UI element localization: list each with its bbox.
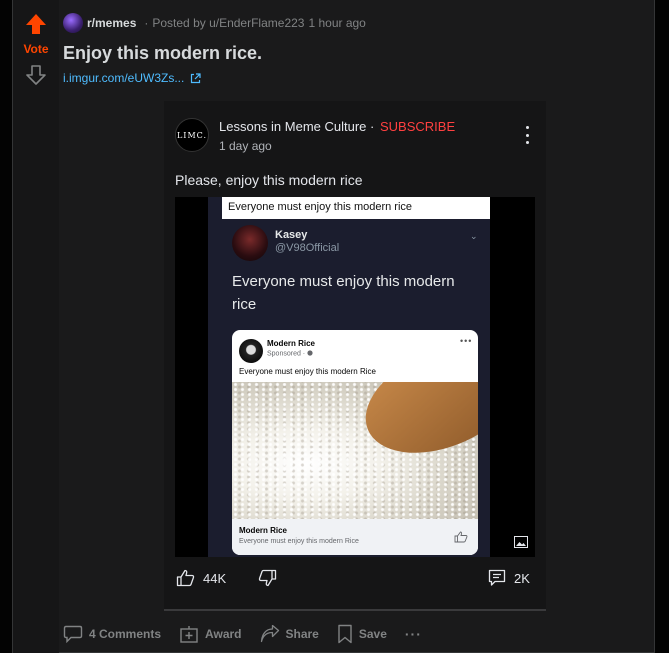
comments-button[interactable]: 4 Comments (63, 625, 161, 643)
embed-actions: 44K 2K (164, 569, 546, 597)
post-meta: r/memes · Posted by u/EnderFlame223 1 ho… (63, 13, 366, 33)
separator: · (370, 119, 378, 134)
embed-comment-count: 2K (514, 570, 530, 586)
comment-icon (63, 625, 83, 643)
ad-name: Modern Rice (267, 339, 316, 348)
external-link-icon (191, 72, 201, 83)
facebook-embed[interactable]: LIMC. Lessons in Meme Culture · SUBSCRIB… (164, 101, 546, 611)
comments-label: 4 Comments (89, 627, 162, 641)
ad-footer-title: Modern Rice (239, 526, 288, 535)
ad-card: Modern Rice Sponsored · ••• Everyone mus… (232, 330, 478, 555)
ad-sponsored: Sponsored · (267, 350, 313, 358)
save-button[interactable]: Save (337, 624, 387, 644)
subreddit-link[interactable]: r/memes (87, 16, 136, 30)
embed-caption: Please, enjoy this modern rice (175, 172, 363, 188)
thumbs-up-icon (454, 531, 468, 543)
image-icon (514, 536, 528, 548)
thumbs-down-icon (258, 569, 277, 587)
tweet-avatar (232, 225, 268, 261)
thumbs-up-icon (176, 569, 195, 587)
dislike-button[interactable] (258, 569, 277, 587)
ad-more-icon: ••• (460, 336, 473, 346)
post-footer: 4 Comments Award Share Save ··· (63, 620, 422, 648)
share-label: Share (285, 627, 319, 641)
upvote-arrow-icon[interactable] (24, 12, 48, 36)
meme-banner: Everyone must enjoy this modern rice (222, 197, 490, 219)
page-avatar[interactable]: LIMC. (175, 118, 209, 152)
more-options-icon: ··· (404, 626, 422, 642)
post-card: Vote r/memes · Posted by u/EnderFlame223… (12, 0, 655, 653)
rice-photo (232, 382, 478, 519)
comments-count-button[interactable]: 2K (488, 569, 530, 587)
more-options-button[interactable]: ··· (405, 626, 422, 642)
downvote-arrow-icon[interactable] (26, 64, 46, 86)
like-count: 44K (203, 570, 227, 586)
post-link-text[interactable]: i.imgur.com/eUW3Zs... (63, 71, 184, 85)
save-label: Save (358, 627, 387, 641)
ad-footer-sub: Everyone must enjoy this modern Rice (239, 538, 359, 545)
tweet-name: Kasey (275, 229, 308, 241)
share-icon (260, 625, 279, 643)
award-label: Award (205, 627, 242, 641)
phone-screenshot: Everyone must enjoy this modern rice Kas… (208, 197, 490, 557)
ad-avatar (239, 339, 263, 363)
award-button[interactable]: Award (179, 625, 242, 643)
embed-image[interactable]: Everyone must enjoy this modern rice Kas… (175, 197, 535, 557)
embed-time[interactable]: 1 day ago (219, 139, 272, 153)
ad-footer: Modern Rice Everyone must enjoy this mod… (232, 519, 478, 555)
bookmark-icon (338, 624, 352, 644)
ad-text: Everyone must enjoy this modern Rice (239, 367, 376, 376)
globe-icon (307, 350, 313, 356)
tweet-text: Everyone must enjoy this modern rice (232, 273, 455, 313)
more-options-icon[interactable] (524, 126, 530, 144)
ad-sponsored-label: Sponsored · (267, 350, 308, 358)
vote-count: Vote (23, 42, 49, 56)
embed-header: Lessons in Meme Culture · SUBSCRIBE (219, 119, 455, 134)
vote-column: Vote (13, 0, 59, 653)
like-button[interactable]: 44K (176, 569, 226, 587)
post-link[interactable]: i.imgur.com/eUW3Zs... (63, 71, 201, 85)
posted-by[interactable]: Posted by u/EnderFlame223 (152, 16, 304, 30)
post-time[interactable]: 1 hour ago (308, 16, 365, 30)
tweet-handle: @V98Official (275, 242, 340, 254)
page-name[interactable]: Lessons in Meme Culture (219, 119, 366, 134)
comment-icon (488, 569, 506, 586)
chevron-down-icon: ⌄ (470, 231, 478, 241)
subscribe-button[interactable]: SUBSCRIBE (380, 119, 455, 134)
subreddit-icon[interactable] (63, 13, 83, 33)
separator: · (144, 16, 149, 30)
gift-icon (180, 626, 198, 643)
share-button[interactable]: Share (260, 625, 319, 643)
post-title[interactable]: Enjoy this modern rice. (63, 43, 262, 64)
wooden-spoon (350, 382, 478, 474)
